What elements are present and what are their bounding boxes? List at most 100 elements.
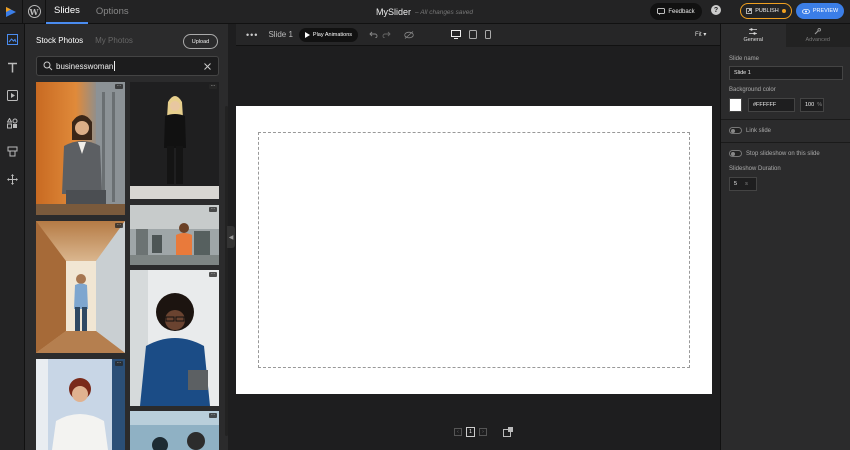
help-icon[interactable]: ? (711, 5, 721, 15)
search-value: businesswoman (56, 61, 114, 71)
slide-pager: ‹ 1 › (454, 427, 513, 437)
stock-photo[interactable]: ··· (130, 270, 219, 406)
app: W Slides Options MySlider – All changes … (0, 0, 850, 450)
photo-thumbnail (36, 359, 125, 450)
prev-slide-button[interactable]: ‹ (454, 428, 462, 436)
move-tool-icon[interactable] (0, 165, 25, 193)
photo-more-button[interactable]: ··· (209, 84, 217, 89)
photo-more-button[interactable]: ··· (209, 272, 217, 277)
media-tool-icon[interactable] (0, 81, 25, 109)
background-color-label: Background color (729, 87, 776, 93)
divider (721, 142, 850, 143)
tab-stock-photos[interactable]: Stock Photos (36, 36, 83, 45)
publish-button[interactable]: PUBLISH (740, 3, 792, 19)
stock-photo[interactable]: ··· (130, 411, 219, 450)
tab-general[interactable]: General (721, 24, 786, 47)
feedback-button[interactable]: Feedback (650, 3, 702, 20)
stock-photo[interactable]: ··· (36, 82, 125, 215)
clear-search-icon[interactable] (204, 63, 211, 70)
tab-advanced[interactable]: Advanced (785, 24, 850, 47)
play-animations-button[interactable]: Play Animations (298, 27, 359, 42)
add-slide-icon[interactable] (503, 427, 513, 437)
slider-name[interactable]: MySlider (376, 7, 411, 17)
slide-name-input[interactable]: Slide 1 (729, 66, 843, 80)
photo-more-button[interactable]: ··· (209, 413, 217, 418)
shapes-tool-icon[interactable] (0, 109, 25, 137)
upload-button[interactable]: Upload (183, 34, 218, 49)
duration-unit: s (745, 181, 748, 187)
left-rail (0, 24, 25, 450)
app-logo-icon[interactable] (0, 0, 22, 24)
stock-photo[interactable]: ··· (36, 359, 125, 450)
search-input[interactable]: businesswoman (36, 56, 219, 76)
photo-thumbnail (130, 205, 219, 265)
slide-settings-panel: General Advanced Slide name Slide 1 Back… (720, 24, 850, 450)
layers-tool-icon[interactable] (0, 137, 25, 165)
slideshow-duration-input[interactable]: 5 s (729, 177, 757, 191)
wordpress-icon[interactable]: W (22, 0, 46, 24)
preview-button[interactable]: PREVIEW (796, 3, 844, 19)
sliders-icon (749, 28, 758, 35)
stop-slideshow-label: Stop slideshow on this slide (746, 151, 820, 157)
photo-grid: ··· ··· ··· ··· ··· ··· ··· (36, 82, 219, 450)
background-color-input[interactable]: #FFFFFF (748, 98, 795, 112)
current-slide-label[interactable]: Slide 1 (268, 30, 292, 39)
slide-menu-icon[interactable]: ••• (246, 30, 258, 40)
publish-icon (746, 8, 753, 14)
text-cursor (114, 61, 116, 71)
opacity-unit: % (817, 102, 823, 108)
photo-more-button[interactable]: ··· (115, 361, 123, 366)
mobile-icon[interactable] (485, 30, 491, 39)
zoom-fit-dropdown[interactable]: Fit ▾ (695, 31, 706, 38)
next-slide-button[interactable]: › (479, 428, 487, 436)
photo-more-button[interactable]: ··· (209, 207, 217, 212)
slideshow-duration-label: Slideshow Duration (729, 166, 781, 172)
hide-icon[interactable] (404, 30, 414, 39)
play-animations-label: Play Animations (312, 31, 353, 38)
stop-slideshow-toggle[interactable] (729, 150, 742, 157)
background-color-swatch[interactable] (729, 98, 742, 112)
redo-icon[interactable] (382, 31, 391, 38)
image-tool-icon[interactable] (0, 25, 25, 53)
photo-thumbnail (130, 270, 210, 406)
stock-photo[interactable]: ··· (36, 221, 125, 353)
photo-thumbnail (36, 221, 125, 353)
safe-area-guide (258, 132, 690, 368)
search-icon (43, 61, 53, 71)
canvas-toolbar: ••• Slide 1 Play Animations Fit ▾ (236, 24, 720, 46)
save-status: – All changes saved (415, 8, 473, 16)
device-switcher (451, 30, 491, 39)
stock-photo[interactable]: ··· (130, 205, 219, 265)
tab-my-photos[interactable]: My Photos (95, 36, 133, 45)
photo-more-button[interactable]: ··· (115, 84, 123, 89)
chat-icon (657, 8, 666, 15)
undo-icon[interactable] (369, 31, 378, 38)
divider (721, 119, 850, 120)
link-slide-label: Link slide (746, 128, 772, 134)
collapse-panel-button[interactable]: ◀ (227, 226, 235, 248)
opacity-value: 100 (805, 102, 815, 108)
slide-canvas[interactable] (236, 106, 712, 394)
photo-thumbnail (36, 82, 125, 215)
panel-scrollbar[interactable] (225, 106, 228, 436)
current-slide-number[interactable]: 1 (466, 427, 475, 437)
wrench-icon (814, 28, 822, 35)
tab-advanced-label: Advanced (805, 37, 830, 43)
publish-label: PUBLISH (755, 8, 779, 14)
unpublished-dot (781, 9, 786, 13)
play-icon (304, 31, 310, 38)
opacity-input[interactable]: 100 % (800, 98, 824, 112)
tab-slides[interactable]: Slides (46, 0, 88, 24)
text-tool-icon[interactable] (0, 53, 25, 81)
stock-photos-panel: Stock Photos My Photos Upload businesswo… (25, 24, 228, 450)
desktop-icon[interactable] (451, 30, 461, 39)
photo-thumbnail (130, 411, 219, 450)
settings-tabs: General Advanced (721, 24, 850, 47)
photo-thumbnail (130, 96, 219, 199)
photo-more-button[interactable]: ··· (115, 223, 123, 228)
link-slide-toggle[interactable] (729, 127, 742, 134)
stock-photo[interactable]: ··· (130, 82, 219, 199)
tab-general-label: General (743, 37, 764, 43)
tablet-icon[interactable] (469, 30, 477, 39)
tab-options[interactable]: Options (88, 0, 137, 24)
